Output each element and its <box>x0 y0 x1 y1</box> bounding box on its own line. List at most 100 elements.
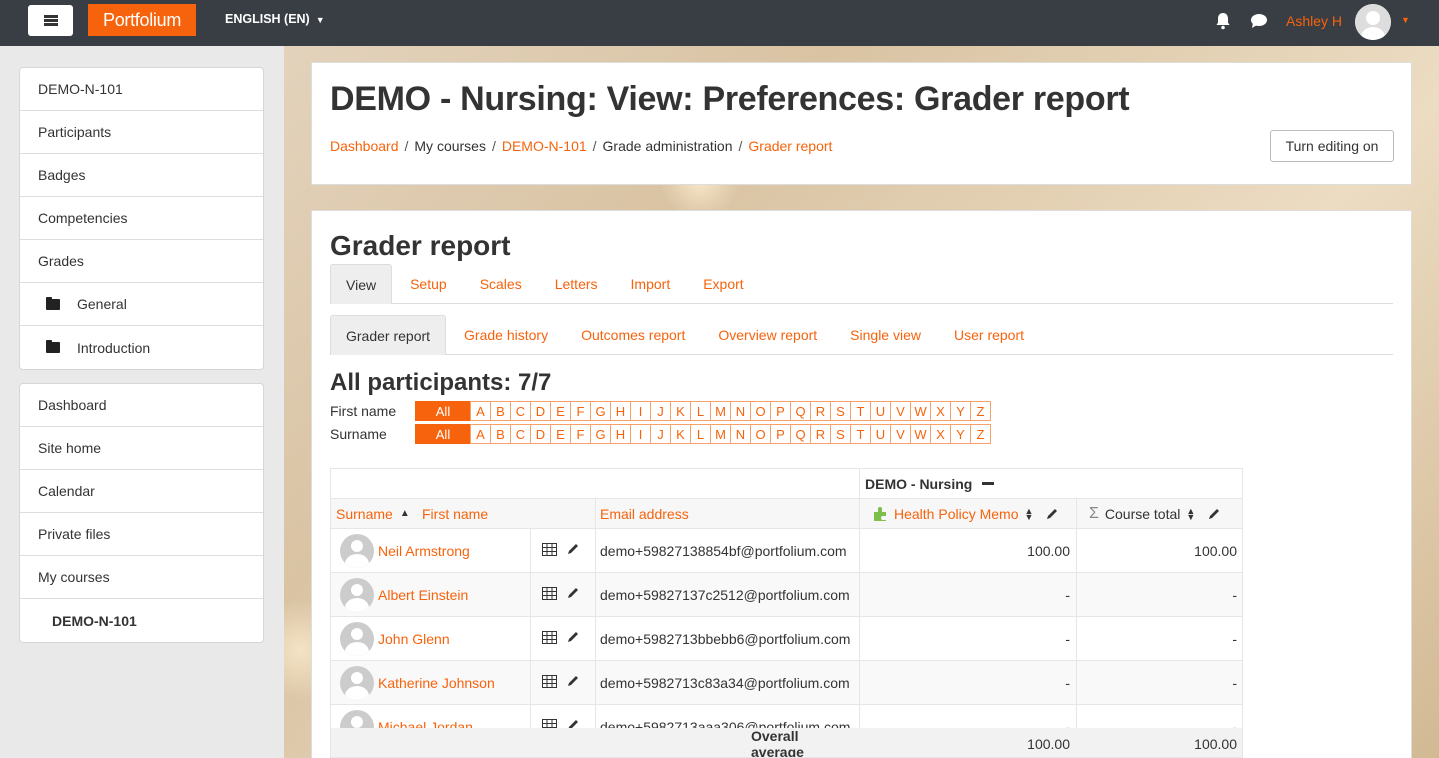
email-sort-link[interactable]: Email address <box>600 499 689 528</box>
student-name-link[interactable]: Katherine Johnson <box>378 675 495 691</box>
grade-cell[interactable]: - <box>859 573 1070 616</box>
language-menu[interactable]: ENGLISH (EN) ▼ <box>225 12 325 26</box>
tab-export[interactable]: Export <box>688 264 758 304</box>
filter-letter[interactable]: M <box>710 424 731 444</box>
tab-view[interactable]: View <box>330 264 393 304</box>
filter-letter[interactable]: A <box>470 424 491 444</box>
sidebar-item[interactable]: DEMO-N-101 <box>20 68 263 111</box>
tab-overview-report[interactable]: Overview report <box>703 315 832 355</box>
breadcrumb-item[interactable]: Dashboard <box>330 138 399 154</box>
filter-letter[interactable]: E <box>550 424 571 444</box>
course-total-cell[interactable]: - <box>1076 661 1237 704</box>
grade-item-link[interactable]: Health Policy Memo <box>894 506 1019 522</box>
firstname-sort-link[interactable]: First name <box>422 499 488 528</box>
filter-letter[interactable]: D <box>530 401 551 421</box>
turn-editing-on-button[interactable]: Turn editing on <box>1270 130 1394 162</box>
filter-letter[interactable]: U <box>870 401 891 421</box>
filter-letter[interactable]: Q <box>790 424 811 444</box>
edit-pencil-icon[interactable] <box>1207 507 1221 521</box>
filter-letter[interactable]: M <box>710 401 731 421</box>
edit-pencil-icon[interactable] <box>566 542 580 559</box>
filter-letter[interactable]: H <box>610 401 631 421</box>
filter-letter[interactable]: Q <box>790 401 811 421</box>
hamburger-menu-button[interactable] <box>28 5 73 36</box>
filter-letter[interactable]: L <box>690 424 711 444</box>
student-avatar[interactable] <box>340 533 374 568</box>
sidebar-item[interactable]: Badges <box>20 154 263 197</box>
filter-letter[interactable]: O <box>750 424 771 444</box>
filter-letter[interactable]: R <box>810 424 831 444</box>
tab-scales[interactable]: Scales <box>465 264 537 304</box>
filter-letter[interactable]: H <box>610 424 631 444</box>
filter-letter[interactable]: S <box>830 401 851 421</box>
filter-letter[interactable]: G <box>590 401 611 421</box>
sidebar-item[interactable]: General <box>20 283 263 326</box>
sidebar-item[interactable]: DEMO-N-101 <box>20 599 263 642</box>
filter-letter[interactable]: F <box>570 401 591 421</box>
user-name[interactable]: Ashley H <box>1286 13 1342 29</box>
filter-letter[interactable]: Z <box>970 424 991 444</box>
filter-letter[interactable]: J <box>650 401 671 421</box>
grade-cell[interactable]: - <box>859 617 1070 660</box>
sidebar-item[interactable]: My courses <box>20 556 263 599</box>
edit-pencil-icon[interactable] <box>566 586 580 603</box>
filter-letter[interactable]: T <box>850 424 871 444</box>
sidebar-item[interactable]: Site home <box>20 427 263 470</box>
filter-letter[interactable]: T <box>850 401 871 421</box>
filter-letter[interactable]: X <box>930 401 951 421</box>
filter-letter[interactable]: E <box>550 401 571 421</box>
filter-letter[interactable]: P <box>770 424 791 444</box>
filter-letter[interactable]: B <box>490 424 511 444</box>
filter-letter[interactable]: X <box>930 424 951 444</box>
sidebar-item[interactable]: Calendar <box>20 470 263 513</box>
gradebook-grid-icon[interactable] <box>542 542 557 559</box>
filter-letter[interactable]: K <box>670 424 691 444</box>
grade-cell[interactable]: 100.00 <box>859 529 1070 572</box>
filter-letter[interactable]: Y <box>950 401 971 421</box>
filter-letter[interactable]: R <box>810 401 831 421</box>
sort-updown-icon[interactable]: ▲ ▼ <box>1186 506 1195 521</box>
student-avatar[interactable] <box>340 577 374 612</box>
filter-letter[interactable]: W <box>910 401 931 421</box>
grade-cell[interactable]: - <box>859 661 1070 704</box>
filter-letter[interactable]: V <box>890 424 911 444</box>
sidebar-item[interactable]: Introduction <box>20 326 263 369</box>
sidebar-item[interactable]: Grades <box>20 240 263 283</box>
filter-letter[interactable]: F <box>570 424 591 444</box>
brand-logo[interactable]: Portfolium <box>88 4 196 36</box>
gradebook-grid-icon[interactable] <box>542 674 557 691</box>
filter-letter[interactable]: P <box>770 401 791 421</box>
edit-pencil-icon[interactable] <box>566 674 580 691</box>
tab-single-view[interactable]: Single view <box>835 315 936 355</box>
filter-letter[interactable]: W <box>910 424 931 444</box>
course-total-cell[interactable]: - <box>1076 617 1237 660</box>
tab-user-report[interactable]: User report <box>939 315 1039 355</box>
gradebook-grid-icon[interactable] <box>542 586 557 603</box>
filter-letter[interactable]: L <box>690 401 711 421</box>
notification-bell-icon[interactable] <box>1215 12 1231 30</box>
student-name-link[interactable]: John Glenn <box>378 631 450 647</box>
student-avatar[interactable] <box>340 665 374 700</box>
tab-outcomes-report[interactable]: Outcomes report <box>566 315 700 355</box>
course-total-cell[interactable]: 100.00 <box>1076 529 1237 572</box>
sidebar-item[interactable]: Competencies <box>20 197 263 240</box>
tab-setup[interactable]: Setup <box>395 264 462 304</box>
filter-letter[interactable]: G <box>590 424 611 444</box>
tab-grade-history[interactable]: Grade history <box>449 315 563 355</box>
edit-pencil-icon[interactable] <box>1045 507 1059 521</box>
user-menu-caret-icon[interactable]: ▼ <box>1401 15 1410 25</box>
collapse-icon[interactable] <box>982 482 995 485</box>
breadcrumb-item[interactable]: DEMO-N-101 <box>502 138 587 154</box>
sidebar-item[interactable]: Private files <box>20 513 263 556</box>
filter-letter[interactable]: O <box>750 401 771 421</box>
filter-letter[interactable]: K <box>670 401 691 421</box>
student-avatar[interactable] <box>340 621 374 656</box>
user-avatar[interactable] <box>1355 4 1391 40</box>
filter-letter[interactable]: A <box>470 401 491 421</box>
edit-pencil-icon[interactable] <box>566 630 580 647</box>
tab-grader-report[interactable]: Grader report <box>330 315 447 355</box>
tab-letters[interactable]: Letters <box>540 264 613 304</box>
sidebar-item[interactable]: Participants <box>20 111 263 154</box>
filter-letter[interactable]: D <box>530 424 551 444</box>
filter-all[interactable]: All <box>415 401 471 421</box>
